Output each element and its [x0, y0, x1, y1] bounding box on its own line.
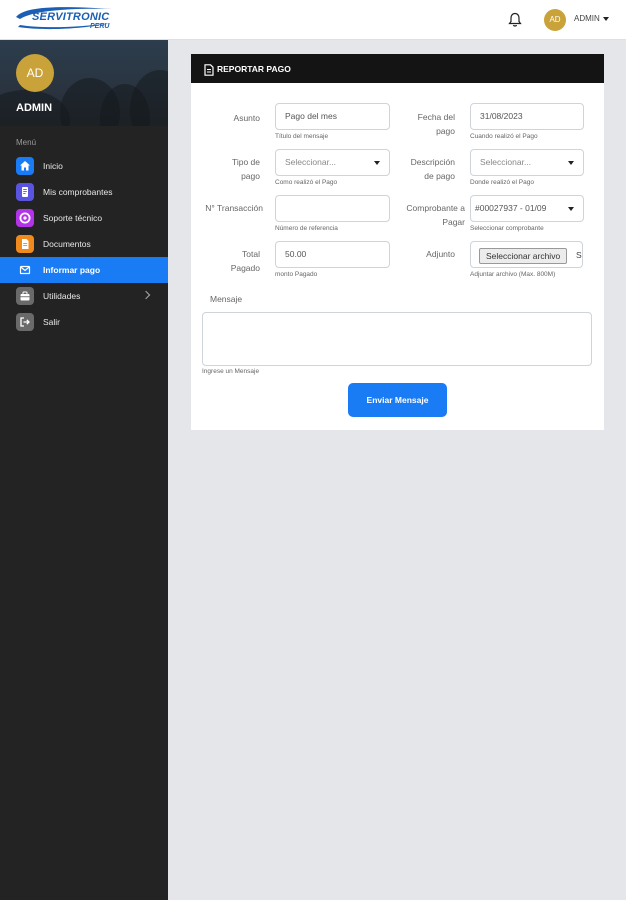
sidebar-item-salir[interactable]: Salir	[0, 309, 168, 335]
logout-icon	[16, 313, 34, 331]
receipt-icon	[16, 183, 34, 201]
chevron-right-icon	[141, 290, 151, 300]
card-title: REPORTAR PAGO	[217, 64, 291, 74]
receipt-icon	[204, 63, 214, 81]
home-icon	[16, 157, 34, 175]
comprobante-select[interactable]: #00027937 - 01/09	[470, 195, 584, 222]
sidebar-menu: Inicio Mis comprobantes Soporte técnico …	[0, 153, 168, 335]
transaccion-input[interactable]	[275, 195, 390, 222]
total-help: monto Pagado	[275, 271, 318, 278]
menu-section-label: Menú	[16, 138, 37, 147]
descripcion-help: Donde realizó el Pago	[470, 179, 534, 186]
sidebar-item-inicio[interactable]: Inicio	[0, 153, 168, 179]
total-pagado-label: Total Pagado	[230, 249, 260, 273]
sidebar-user-name: ADMIN	[16, 102, 53, 114]
descripcion-pago-label: Descripción de pago	[410, 157, 455, 181]
sidebar-item-label: Salir	[43, 317, 61, 327]
user-menu-toggle[interactable]: ADMIN	[574, 14, 609, 23]
sidebar-item-label: Mis comprobantes	[43, 187, 113, 197]
total-pagado-input[interactable]: 50.00	[275, 241, 390, 268]
logo-main-text: SERVITRONIC	[32, 11, 110, 23]
sidebar-item-utilidades[interactable]: Utilidades	[0, 283, 168, 309]
tipo-pago-select[interactable]: Seleccionar...	[275, 149, 390, 176]
transaccion-label: N° Transacción	[205, 203, 263, 213]
logo-sub-text: PERU	[90, 23, 110, 30]
sidebar-item-label: Inicio	[43, 161, 63, 171]
comprobante-help: Seleccionar comprobante	[470, 225, 544, 232]
report-payment-card: REPORTAR PAGO Asunto Pago del mes Título…	[191, 54, 604, 430]
sidebar-item-label: Utilidades	[43, 291, 81, 301]
sidebar-item-documentos[interactable]: Documentos	[0, 231, 168, 257]
file-status-text: S	[576, 250, 582, 260]
sidebar-item-label: Soporte técnico	[43, 213, 103, 223]
mensaje-help: Ingrese un Mensaje	[202, 368, 260, 375]
select-file-button[interactable]: Seleccionar archivo	[479, 248, 568, 264]
top-navbar: SERVITRONIC PERU AD ADMIN	[0, 0, 626, 40]
card-header: REPORTAR PAGO	[191, 54, 604, 83]
sidebar-item-soporte-tecnico[interactable]: Soporte técnico	[0, 205, 168, 231]
asunto-input[interactable]: Pago del mes	[275, 103, 390, 130]
sidebar-avatar: AD	[16, 54, 54, 92]
sidebar: AD ADMIN Menú Inicio Mis comprobantes So…	[0, 40, 168, 900]
fecha-help: Cuando realizó el Pago	[470, 133, 538, 140]
tipo-pago-help: Como realizó el Pago	[275, 179, 338, 186]
servitronic-logo[interactable]: SERVITRONIC PERU	[14, 5, 114, 33]
descripcion-pago-select[interactable]: Seleccionar...	[470, 149, 584, 176]
header-user-label: ADMIN	[574, 14, 600, 23]
fecha-pago-input[interactable]: 31/08/2023	[470, 103, 584, 130]
asunto-help: Título del mensaje	[275, 133, 329, 140]
sidebar-item-label: Documentos	[43, 239, 91, 249]
mensaje-textarea[interactable]	[202, 312, 592, 366]
comprobante-label: Comprobante a Pagar	[406, 203, 465, 227]
toolbox-icon	[16, 287, 34, 305]
sidebar-item-mis-comprobantes[interactable]: Mis comprobantes	[0, 179, 168, 205]
transaccion-help: Número de referencia	[275, 225, 338, 232]
bell-icon[interactable]	[508, 12, 522, 28]
header-avatar[interactable]: AD	[544, 9, 566, 31]
sidebar-item-informar-pago[interactable]: Informar pago	[0, 257, 168, 283]
envelope-icon	[16, 261, 34, 279]
tipo-pago-label: Tipo de pago	[231, 157, 260, 181]
document-icon	[16, 235, 34, 253]
sidebar-item-label: Informar pago	[43, 265, 101, 275]
send-message-button[interactable]: Enviar Mensaje	[348, 383, 447, 417]
asunto-label: Asunto	[233, 113, 260, 123]
adjunto-label: Adjunto	[426, 249, 455, 259]
fecha-label: Fecha del pago	[417, 112, 455, 136]
file-input[interactable]: Seleccionar archivo S	[470, 241, 583, 268]
adjunto-help: Adjuntar archivo (Max. 800M)	[470, 271, 556, 278]
lifebuoy-icon	[16, 209, 34, 227]
chevron-down-icon	[602, 16, 609, 21]
mensaje-label: Mensaje	[210, 294, 243, 304]
